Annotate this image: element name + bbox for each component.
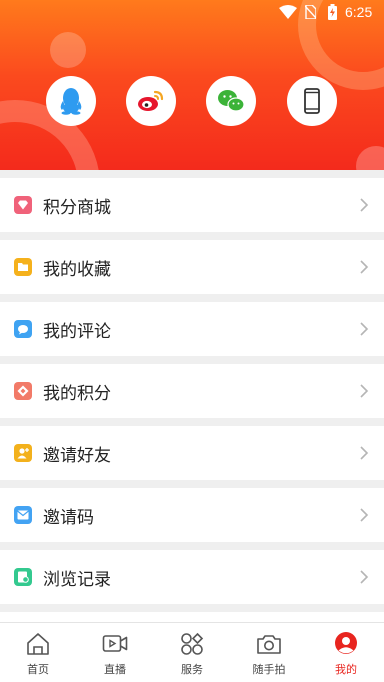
profile-header: 6:25 — [0, 0, 384, 170]
wechat-login-button[interactable] — [206, 76, 256, 126]
camera-icon — [257, 635, 281, 654]
menu-item-invite-code[interactable]: 邀请码 — [0, 488, 384, 542]
weibo-icon — [138, 90, 164, 111]
menu-item-label: 我的积分 — [43, 383, 111, 404]
menu-item-comments[interactable]: 我的评论 — [0, 302, 384, 356]
wifi-icon — [279, 5, 297, 19]
tab-label: 随手拍 — [252, 663, 286, 676]
tab-snapshot[interactable]: 随手拍 — [231, 623, 307, 682]
decor-circle — [356, 146, 384, 170]
menu-item-label: 积分商城 — [43, 197, 111, 218]
tab-mine[interactable]: 我的 — [308, 623, 384, 682]
tab-label: 首页 — [27, 663, 49, 676]
phone-icon — [304, 88, 320, 114]
chevron-right-icon — [360, 322, 369, 336]
history-icon — [14, 568, 32, 586]
comment-icon — [14, 320, 32, 338]
home-icon — [27, 633, 49, 655]
tab-label: 直播 — [104, 663, 126, 676]
chevron-right-icon — [360, 446, 369, 460]
menu-item-label: 邀请好友 — [43, 445, 111, 466]
chevron-right-icon — [360, 570, 369, 584]
tab-home[interactable]: 首页 — [0, 623, 76, 682]
clock: 6:25 — [345, 4, 373, 20]
menu-item-partial — [0, 612, 384, 622]
qq-login-button[interactable] — [46, 76, 96, 126]
menu-item-label: 邀请码 — [43, 507, 94, 528]
menu-item-label: 我的评论 — [43, 321, 111, 342]
battery-charging-icon — [328, 4, 337, 20]
menu-item-points-mall[interactable]: 积分商城 — [0, 178, 384, 232]
phone-login-button[interactable] — [287, 76, 337, 126]
chevron-right-icon — [360, 260, 369, 274]
wechat-icon — [218, 90, 245, 112]
tab-label: 我的 — [335, 663, 357, 676]
chevron-right-icon — [360, 384, 369, 398]
menu-item-invite-friends[interactable]: 邀请好友 — [0, 426, 384, 480]
chevron-right-icon — [360, 508, 369, 522]
bottom-tab-bar: 首页 直播 服务 随手拍 我的 — [0, 622, 384, 682]
menu-item-favorites[interactable]: 我的收藏 — [0, 240, 384, 294]
gem-icon — [14, 196, 32, 214]
decor-circle — [50, 32, 86, 68]
live-video-icon — [102, 635, 128, 652]
menu-item-label: 浏览记录 — [43, 569, 111, 590]
chevron-right-icon — [360, 198, 369, 212]
points-icon — [14, 382, 32, 400]
menu-item-history[interactable]: 浏览记录 — [0, 550, 384, 604]
folder-icon — [14, 258, 32, 276]
profile-icon — [335, 632, 357, 654]
weibo-login-button[interactable] — [126, 76, 176, 126]
menu-item-my-points[interactable]: 我的积分 — [0, 364, 384, 418]
tab-services[interactable]: 服务 — [154, 623, 230, 682]
tab-label: 服务 — [181, 663, 203, 676]
tab-live[interactable]: 直播 — [77, 623, 153, 682]
qq-icon — [60, 88, 82, 115]
invite-friend-icon — [14, 444, 32, 462]
no-sim-icon — [305, 5, 316, 19]
menu-item-label: 我的收藏 — [43, 259, 111, 280]
status-bar: 6:25 — [0, 0, 384, 26]
invite-code-icon — [14, 506, 32, 524]
services-grid-icon — [181, 632, 204, 655]
